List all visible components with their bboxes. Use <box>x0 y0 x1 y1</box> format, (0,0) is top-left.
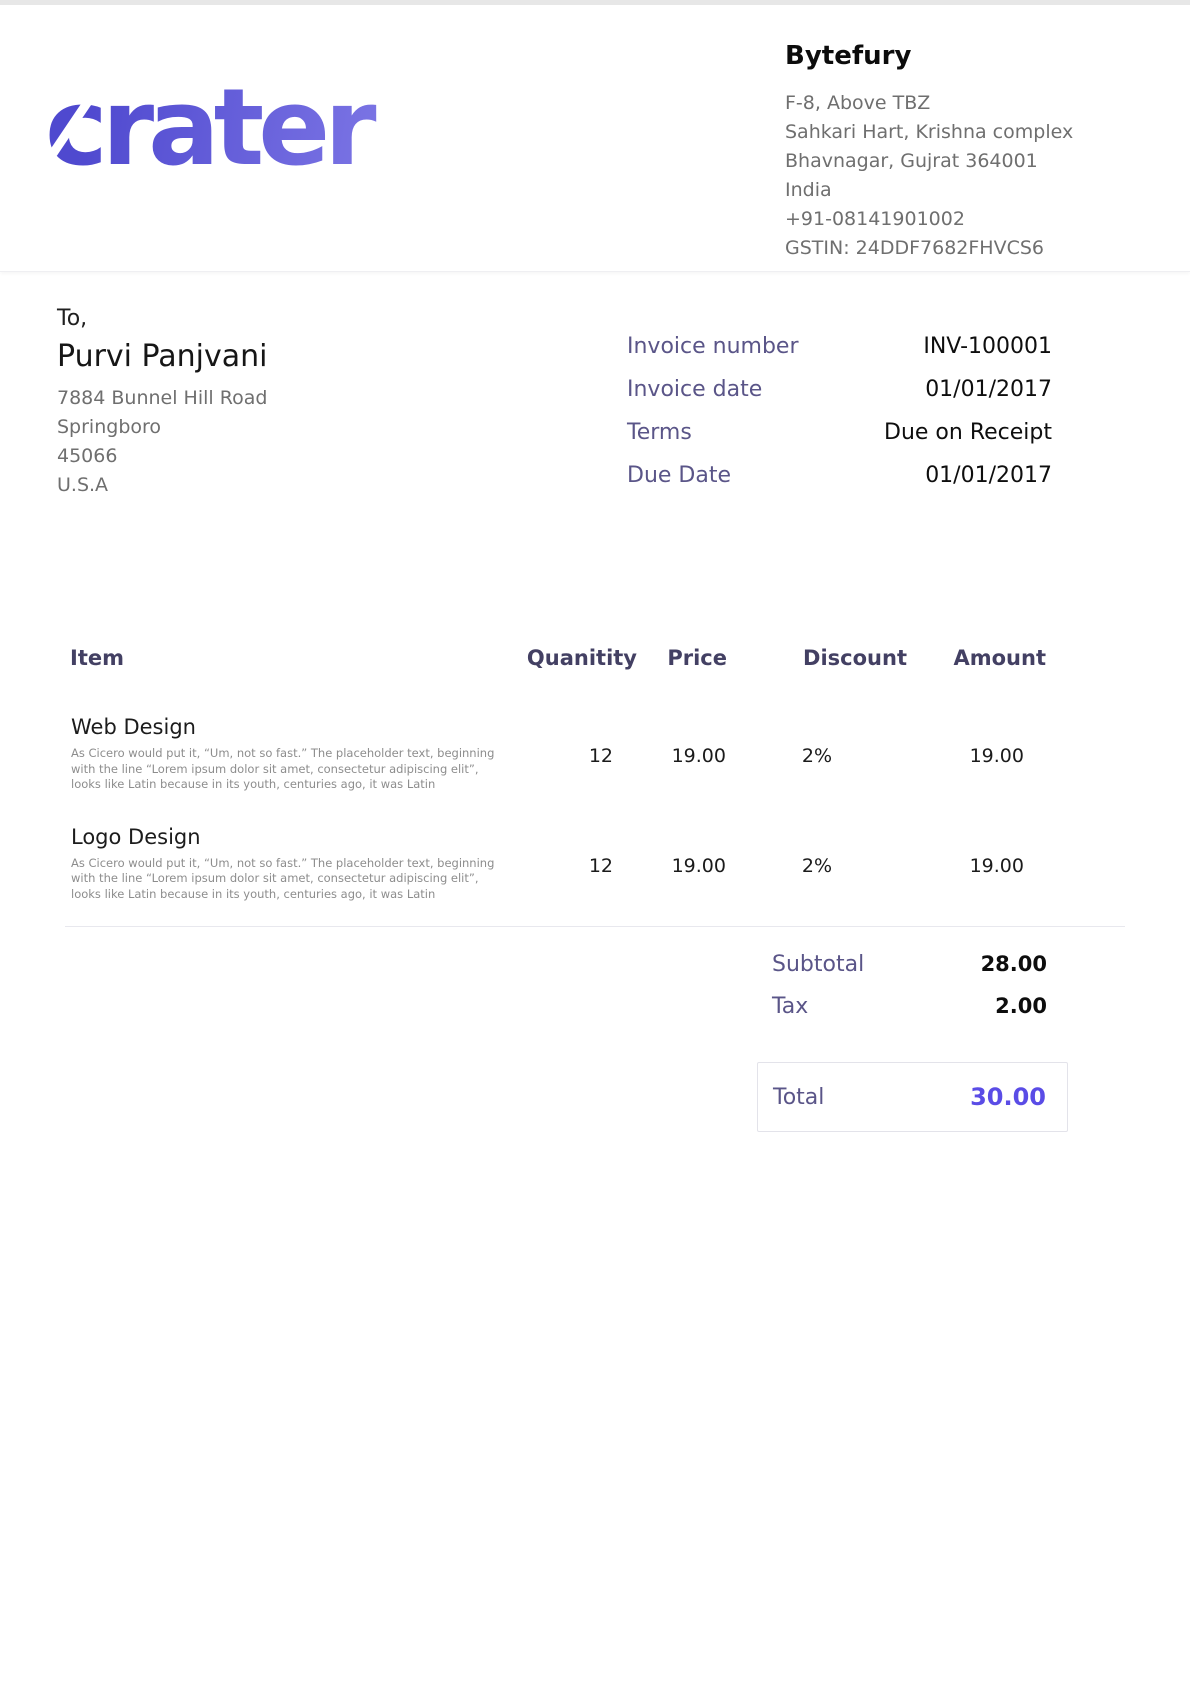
item-amount: 19.00 <box>907 713 1046 823</box>
company-address: F-8, Above TBZ Sahkari Hart, Krishna com… <box>785 89 1155 263</box>
meta-row-invoice-date: Invoice date 01/01/2017 <box>627 377 1052 403</box>
terms-label: Terms <box>627 420 692 446</box>
subtotal-row: Subtotal 28.00 <box>757 952 1068 994</box>
item-quantity: 12 <box>490 823 637 933</box>
customer-address-line: 7884 Bunnel Hill Road <box>57 384 477 413</box>
meta-row-invoice-number: Invoice number INV-100001 <box>627 334 1052 360</box>
item-price: 19.00 <box>637 823 727 933</box>
item-amount: 19.00 <box>907 823 1046 933</box>
total-box: Total 30.00 <box>757 1062 1068 1132</box>
company-gstin: GSTIN: 24DDF7682FHVCS6 <box>785 234 1155 263</box>
customer-address-line: 45066 <box>57 442 477 471</box>
company-address-line: Bhavnagar, Gujrat 364001 <box>785 147 1155 176</box>
subtotal-value: 28.00 <box>981 952 1047 976</box>
tax-label: Tax <box>772 994 808 1019</box>
invoice-page: crater Bytefury F-8, Above TBZ Sahkari H… <box>0 0 1190 1684</box>
item-name: Web Design <box>71 714 489 740</box>
price-column-header: Price <box>637 645 727 713</box>
item-discount: 2% <box>727 713 907 823</box>
item-quantity: 12 <box>490 713 637 823</box>
amount-column-header: Amount <box>907 645 1046 713</box>
company-phone: +91-08141901002 <box>785 205 1155 234</box>
subtotal-label: Subtotal <box>772 952 864 977</box>
item-description: As Cicero would put it, “Um, not so fast… <box>71 746 501 793</box>
logo-slice-icon <box>430 109 470 162</box>
invoice-header: crater Bytefury F-8, Above TBZ Sahkari H… <box>0 5 1190 272</box>
company-name: Bytefury <box>785 41 1155 71</box>
invoice-meta: Invoice number INV-100001 Invoice date 0… <box>627 334 1052 506</box>
invoice-date-label: Invoice date <box>627 377 762 403</box>
invoice-number-label: Invoice number <box>627 334 799 360</box>
items-table-header-row: Item Quanitity Price Discount Amount <box>70 645 1046 713</box>
total-value: 30.00 <box>970 1083 1046 1111</box>
meta-row-due-date: Due Date 01/01/2017 <box>627 463 1052 489</box>
company-address-line: Sahkari Hart, Krishna complex <box>785 118 1155 147</box>
meta-row-terms: Terms Due on Receipt <box>627 420 1052 446</box>
item-column-header: Item <box>70 645 490 713</box>
due-date-value: 01/01/2017 <box>925 463 1052 489</box>
table-row: Web Design As Cicero would put it, “Um, … <box>70 713 1046 823</box>
customer-name: Purvi Panjvani <box>57 339 477 374</box>
invoice-date-value: 01/01/2017 <box>925 377 1052 403</box>
company-address-line: India <box>785 176 1155 205</box>
customer-address-line: U.S.A <box>57 471 477 500</box>
crater-logo-text: crater <box>45 66 370 189</box>
discount-column-header: Discount <box>727 645 907 713</box>
due-date-label: Due Date <box>627 463 731 489</box>
total-label: Total <box>773 1085 824 1110</box>
company-block: Bytefury F-8, Above TBZ Sahkari Hart, Kr… <box>785 41 1155 263</box>
table-row: Logo Design As Cicero would put it, “Um,… <box>70 823 1046 933</box>
bill-to-block: To, Purvi Panjvani 7884 Bunnel Hill Road… <box>57 306 477 500</box>
tax-row: Tax 2.00 <box>757 994 1068 1036</box>
item-cell: Web Design As Cicero would put it, “Um, … <box>70 713 490 823</box>
bill-to-label: To, <box>57 306 477 331</box>
tax-value: 2.00 <box>995 994 1047 1018</box>
quantity-column-header: Quanitity <box>490 645 637 713</box>
invoice-number-value: INV-100001 <box>923 334 1052 360</box>
company-address-line: F-8, Above TBZ <box>785 89 1155 118</box>
totals-section: Subtotal 28.00 Tax 2.00 Total 30.00 <box>757 952 1068 1132</box>
crater-logo: crater <box>45 63 505 193</box>
customer-address-line: Springboro <box>57 413 477 442</box>
items-table: Item Quanitity Price Discount Amount Web… <box>70 645 1046 932</box>
item-price: 19.00 <box>637 713 727 823</box>
terms-value: Due on Receipt <box>884 420 1052 446</box>
item-cell: Logo Design As Cicero would put it, “Um,… <box>70 823 490 933</box>
item-discount: 2% <box>727 823 907 933</box>
item-name: Logo Design <box>71 824 489 850</box>
totals-divider <box>65 926 1125 927</box>
item-description: As Cicero would put it, “Um, not so fast… <box>71 856 501 903</box>
